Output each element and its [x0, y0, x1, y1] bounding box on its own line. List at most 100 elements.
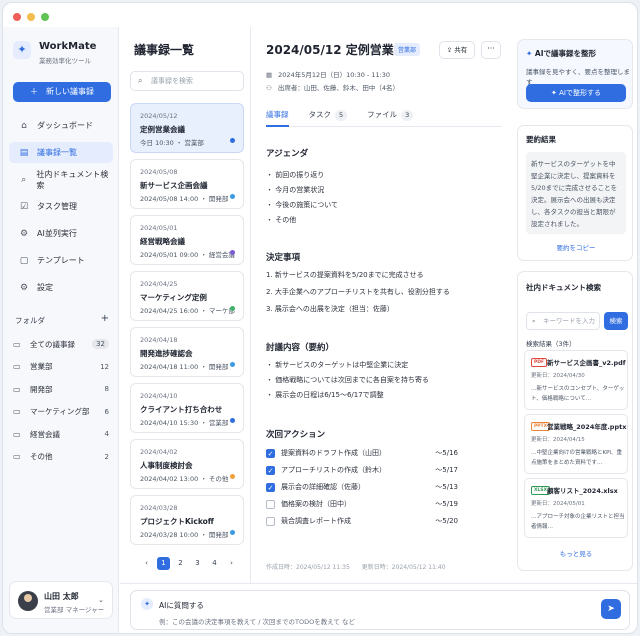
action-checkbox[interactable]: ✓	[266, 482, 275, 492]
meeting-meta: 2024/04/10 15:30 ・ 営業部	[140, 419, 229, 427]
maximize-window-button[interactable]	[41, 13, 49, 21]
tab-count: 5	[335, 110, 348, 121]
tab-0[interactable]: 議事録	[266, 107, 289, 127]
copy-summary-link[interactable]: 要約をコピー	[518, 242, 634, 252]
meeting-title: マーケティング定例	[140, 293, 207, 302]
page-button[interactable]: 4	[208, 557, 221, 570]
sidebar: ✦ WorkMate 業務効率化ツール ＋ 新しい議事録 ⌂ ダッシュボード ▤ 議事…	[3, 27, 119, 633]
folder-icon: ▭	[13, 407, 21, 417]
results-count: 検索結果（3件）	[526, 340, 576, 348]
meeting-title: 定例営業会議	[140, 125, 185, 134]
doc-result[interactable]: XLSX 顧客リスト_2024.xlsx 更新日：2024/05/01 …アプローチ対…	[524, 478, 628, 538]
prev-page-button[interactable]: ‹	[140, 557, 153, 570]
action-checkbox[interactable]: ✓	[266, 465, 275, 475]
user-profile[interactable]: 山田 太郎 営業部 マネージャー ⌄	[9, 581, 113, 619]
page-button[interactable]: 2	[174, 557, 187, 570]
user-name: 山田 太郎	[44, 592, 79, 601]
ask-placeholder: 例：この会議の決定事項を教えて / 次回までのTODOを教えて など	[159, 618, 355, 626]
ai-format-button[interactable]: ✦ AIで整形する	[526, 84, 626, 102]
doc-snippet: …中堅企業向けの営業戦略とKPI、重点施策をまとめた資料です…	[531, 450, 623, 466]
doc-result[interactable]: PPTX 営業戦略_2024年度.pptx 更新日：2024/04/15 …中堅企業向…	[524, 414, 628, 474]
folder-item[interactable]: ▭ 営業部 12	[13, 356, 109, 379]
new-minutes-button[interactable]: ＋ 新しい議事録	[13, 82, 111, 102]
sidebar-item-3[interactable]: ☑ タスク管理	[9, 196, 113, 217]
summary-text: 新サービスのターゲットを中堅企業に決定し、提案資料を5/20までに完成させること…	[526, 152, 626, 234]
action-checkbox[interactable]: ✓	[266, 448, 275, 458]
folder-item[interactable]: ▭ 開発部 8	[13, 378, 109, 401]
meeting-list-item[interactable]: 2024/04/25 マーケティング定例 2024/04/25 16:00 ・ マー…	[130, 271, 244, 321]
chevron-down-icon[interactable]: ⌄	[98, 596, 104, 604]
agenda-item: ・ その他	[266, 216, 297, 224]
share-button[interactable]: ⇪ 共有	[439, 41, 475, 59]
sidebar-item-1[interactable]: ▤ 議事録一覧	[9, 142, 113, 163]
doc-name: 顧客リスト_2024.xlsx	[547, 487, 618, 495]
meeting-list-item[interactable]: 2024/04/10 クライアント打ち合わせ 2024/04/10 15:30 ・ …	[130, 383, 244, 433]
category-dot	[230, 418, 235, 423]
meeting-date: 2024/05/12	[140, 112, 178, 120]
category-dot	[230, 306, 235, 311]
tab-2[interactable]: ファイル 3	[367, 107, 414, 127]
action-item: ✓ 展示会の詳細確認（佐藤） 〜5/13	[266, 482, 458, 492]
page-button[interactable]: 1	[157, 557, 170, 570]
meeting-title: プロジェクトKickoff	[140, 517, 214, 526]
ai-sparkle-icon: ✦	[141, 598, 153, 610]
meeting-date: 2024/04/25	[140, 280, 178, 288]
file-type-icon: PDF	[531, 358, 548, 367]
avatar	[18, 591, 38, 611]
app-logo-icon: ✦	[13, 41, 31, 59]
action-item: 競合調査レポート作成 〜5/20	[266, 516, 458, 526]
meeting-date: 2024/03/28	[140, 504, 178, 512]
show-more-link[interactable]: もっと見る	[518, 548, 634, 558]
minimize-window-button[interactable]	[27, 13, 35, 21]
tab-label: ファイル	[367, 110, 398, 119]
folder-item[interactable]: ▭ その他 2	[13, 446, 109, 469]
doc-result[interactable]: PDF 新サービス企画書_v2.pdf 更新日：2024/04/30 …新サービスのコ…	[524, 350, 628, 410]
next-page-button[interactable]: ›	[225, 557, 238, 570]
close-window-button[interactable]	[13, 13, 21, 21]
meeting-list-item[interactable]: 2024/04/18 開発進捗確認会 2024/04/18 11:00 ・ 開発部	[130, 327, 244, 377]
sidebar-item-2[interactable]: ⌕ 社内ドキュメント検索	[9, 169, 113, 190]
minutes-detail: 2024/05/12 定例営業会議 営業部 ⇪ 共有 ··· ▦ 2024年5月1…	[252, 27, 509, 583]
detail-tabs: 議事録 タスク 5 ファイル 3	[266, 107, 502, 127]
decision-item: 3. 展示会への出展を決定（担当：佐藤）	[266, 305, 394, 313]
participants-text: 出席者：山田、佐藤、鈴木、田中（4名）	[277, 84, 399, 92]
meeting-list-item[interactable]: 2024/03/28 プロジェクトKickoff 2024/03/28 10:00 …	[130, 495, 244, 545]
add-folder-icon[interactable]: +	[101, 314, 109, 326]
action-text: 競合調査レポート作成	[281, 517, 351, 525]
tab-1[interactable]: タスク 5	[309, 107, 348, 127]
doc-search-input[interactable]: ⌕ キーワードを入力	[526, 312, 600, 330]
folder-item[interactable]: ▭ 全ての議事録 32	[13, 333, 109, 356]
action-checkbox[interactable]	[266, 516, 275, 526]
meeting-meta: 2024/04/02 13:00 ・ その他	[140, 475, 229, 483]
minutes-search-input[interactable]: ⌕ 議事録を検索	[130, 71, 244, 91]
agenda-item: ・ 今後の施策について	[266, 201, 339, 209]
doc-snippet: …新サービスのコンセプト、ターゲット、価格戦略について…	[531, 386, 625, 402]
send-button[interactable]: ➤	[601, 599, 621, 619]
nav-icon: ▢	[19, 255, 29, 266]
folder-item[interactable]: ▭ マーケティング部 6	[13, 401, 109, 424]
ai-question-input[interactable]: ✦ AIに質問する 例：この会議の決定事項を教えて / 次回までのTODOを教え…	[130, 590, 630, 630]
sidebar-item-4[interactable]: ⚙ AI並列実行	[9, 223, 113, 244]
folder-label: 開発部	[30, 384, 53, 394]
category-dot	[230, 250, 235, 255]
sidebar-item-5[interactable]: ▢ テンプレート	[9, 250, 113, 271]
sidebar-item-6[interactable]: ⚙ 設定	[9, 277, 113, 298]
nav-icon: ⚙	[19, 282, 29, 293]
folder-label: マーケティング部	[30, 407, 90, 417]
meeting-list-item[interactable]: 2024/05/12 定例営業会議 今日 10:30 ・ 営業部	[130, 103, 244, 153]
meeting-list-item[interactable]: 2024/05/08 新サービス企画会議 2024/05/08 14:00 ・ 開発…	[130, 159, 244, 209]
app-name: WorkMate	[39, 41, 97, 52]
meeting-title: 新サービス企画会議	[140, 181, 208, 190]
folder-label: 経営会議	[30, 429, 60, 439]
action-checkbox[interactable]	[266, 499, 275, 509]
folder-count: 2	[104, 452, 109, 461]
more-options-button[interactable]: ···	[481, 41, 501, 59]
folder-item[interactable]: ▭ 経営会議 4	[13, 423, 109, 446]
search-icon: ⌕	[138, 76, 143, 85]
page-button[interactable]: 3	[191, 557, 204, 570]
doc-search-button[interactable]: 検索	[604, 312, 628, 330]
meeting-list-item[interactable]: 2024/04/02 人事制度検討会 2024/04/02 13:00 ・ その他	[130, 439, 244, 489]
sidebar-item-0[interactable]: ⌂ ダッシュボード	[9, 115, 113, 136]
people-icon: ⚇	[266, 84, 272, 92]
meeting-list-item[interactable]: 2024/05/01 経営戦略会議 2024/05/01 09:00 ・ 経営会議	[130, 215, 244, 265]
